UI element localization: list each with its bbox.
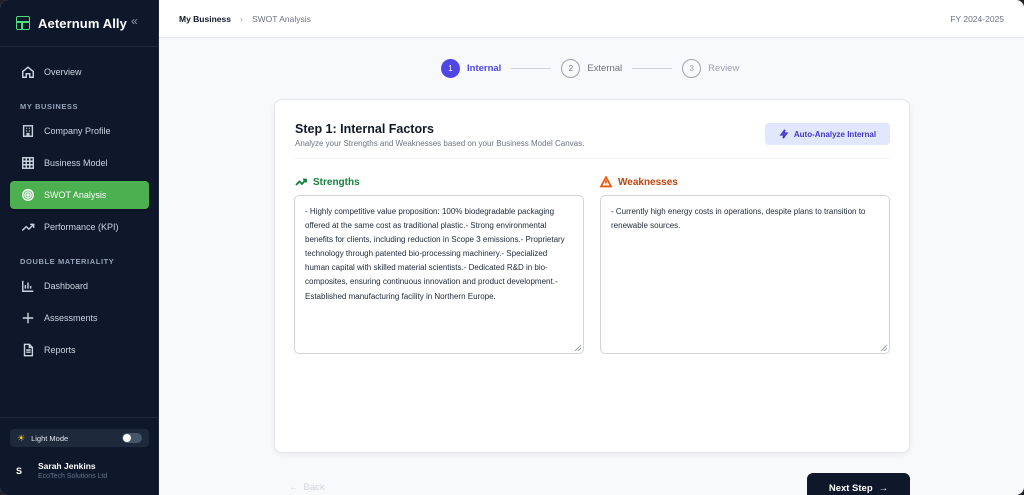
app-window: Aeternum Ally « Overview MY BUSINESS Com… (0, 0, 1024, 495)
sidebar-item-performance[interactable]: Performance (KPI) (10, 213, 149, 241)
mode-label: Light Mode (31, 433, 69, 443)
strengths-label: Strengths (313, 176, 360, 188)
home-icon (21, 65, 35, 79)
sidebar: Aeternum Ally « Overview MY BUSINESS Com… (0, 0, 159, 495)
sidebar-item-label: Assessments (44, 313, 98, 323)
strengths-textarea[interactable]: - Highly competitive value proposition: … (294, 195, 584, 354)
collapse-sidebar-icon[interactable]: « (131, 14, 138, 28)
step-label: Internal (467, 63, 502, 74)
plus-icon (21, 311, 35, 325)
sidebar-item-company-profile[interactable]: Company Profile (10, 117, 149, 145)
bar-chart-icon (21, 279, 35, 293)
step-internal[interactable]: 1 Internal (441, 59, 501, 78)
toggle-switch[interactable] (122, 433, 142, 443)
breadcrumb-current: SWOT Analysis (251, 13, 311, 24)
warning-icon (600, 176, 612, 188)
step-number: 1 (441, 59, 460, 78)
layout-logo-icon (16, 16, 30, 30)
lightning-icon (779, 129, 789, 139)
sidebar-item-assessments[interactable]: Assessments (10, 304, 149, 332)
brand[interactable]: Aeternum Ally (16, 14, 127, 32)
target-icon (21, 188, 35, 202)
section-label-materiality: DOUBLE MATERIALITY (20, 257, 115, 266)
stepper: 1 Internal 2 External 3 Review (441, 59, 739, 78)
sidebar-item-label: Performance (KPI) (44, 222, 119, 232)
step-external[interactable]: 2 External (561, 59, 622, 78)
weaknesses-text: - Currently high energy costs in operati… (611, 207, 866, 231)
sidebar-item-label: Dashboard (44, 281, 89, 291)
step-review[interactable]: 3 Review (682, 59, 739, 78)
sidebar-item-label: SWOT Analysis (44, 190, 107, 200)
weaknesses-heading: Weaknesses (600, 176, 678, 188)
sun-icon: ☀ (17, 432, 26, 443)
next-step-label: Next Step (828, 482, 873, 494)
sidebar-item-swot[interactable]: SWOT Analysis (10, 181, 149, 209)
back-label: Back (303, 482, 325, 493)
topbar: My Business › SWOT Analysis FY 2024-2025 (159, 0, 1024, 38)
internal-factors-card: Step 1: Internal Factors Analyze your St… (274, 99, 910, 453)
user-organization: EcoTech Solutions Ltd (38, 473, 108, 480)
divider (0, 417, 159, 418)
breadcrumb-root[interactable]: My Business (179, 14, 231, 24)
sidebar-item-label: Reports (44, 345, 76, 355)
weaknesses-textarea[interactable]: - Currently high energy costs in operati… (600, 195, 890, 354)
sidebar-item-reports[interactable]: Reports (10, 336, 149, 364)
auto-analyze-label: Auto-Analyze Internal (793, 129, 877, 139)
card-subtitle: Analyze your Strengths and Weaknesses ba… (295, 139, 585, 148)
step-number: 2 (561, 59, 581, 78)
card-title: Step 1: Internal Factors (295, 122, 434, 136)
divider (0, 46, 159, 47)
strengths-text: - Highly competitive value proposition: … (305, 207, 565, 301)
auto-analyze-button[interactable]: Auto-Analyze Internal (765, 123, 890, 145)
user-name: Sarah Jenkins (38, 461, 96, 471)
file-text-icon (21, 343, 35, 357)
step-number: 3 (682, 59, 702, 78)
strengths-heading: Strengths (295, 176, 360, 188)
arrow-left-icon: ← (289, 482, 299, 493)
sidebar-item-dashboard[interactable]: Dashboard (10, 272, 149, 300)
sidebar-item-label: Business Model (44, 158, 108, 168)
step-connector (632, 68, 673, 69)
arrow-right-icon: → (878, 482, 889, 494)
breadcrumb-separator-icon: › (239, 13, 243, 24)
resize-handle-icon[interactable] (575, 345, 581, 351)
step-connector (511, 68, 552, 69)
app-name: Aeternum Ally (38, 15, 127, 31)
light-mode-toggle[interactable]: ☀ Light Mode (10, 429, 149, 447)
grid-icon (21, 156, 35, 170)
back-button[interactable]: ← Back (289, 482, 325, 493)
fiscal-year: FY 2024-2025 (950, 13, 1004, 24)
divider (295, 158, 889, 159)
weaknesses-label: Weaknesses (618, 176, 678, 188)
user-profile[interactable]: S Sarah Jenkins EcoTech Solutions Ltd (10, 461, 107, 480)
sidebar-item-label: Overview (44, 67, 82, 77)
building-icon (21, 124, 35, 138)
section-label-business: MY BUSINESS (20, 102, 79, 111)
resize-handle-icon[interactable] (881, 345, 887, 351)
next-step-button[interactable]: Next Step → (807, 473, 910, 495)
avatar: S (15, 465, 22, 476)
step-label: Review (708, 63, 740, 74)
sidebar-item-business-model[interactable]: Business Model (10, 149, 149, 177)
sidebar-item-overview[interactable]: Overview (10, 58, 149, 86)
trending-up-icon (295, 178, 307, 186)
trending-up-icon (21, 220, 35, 234)
sidebar-item-label: Company Profile (44, 126, 111, 136)
step-label: External (587, 63, 623, 74)
